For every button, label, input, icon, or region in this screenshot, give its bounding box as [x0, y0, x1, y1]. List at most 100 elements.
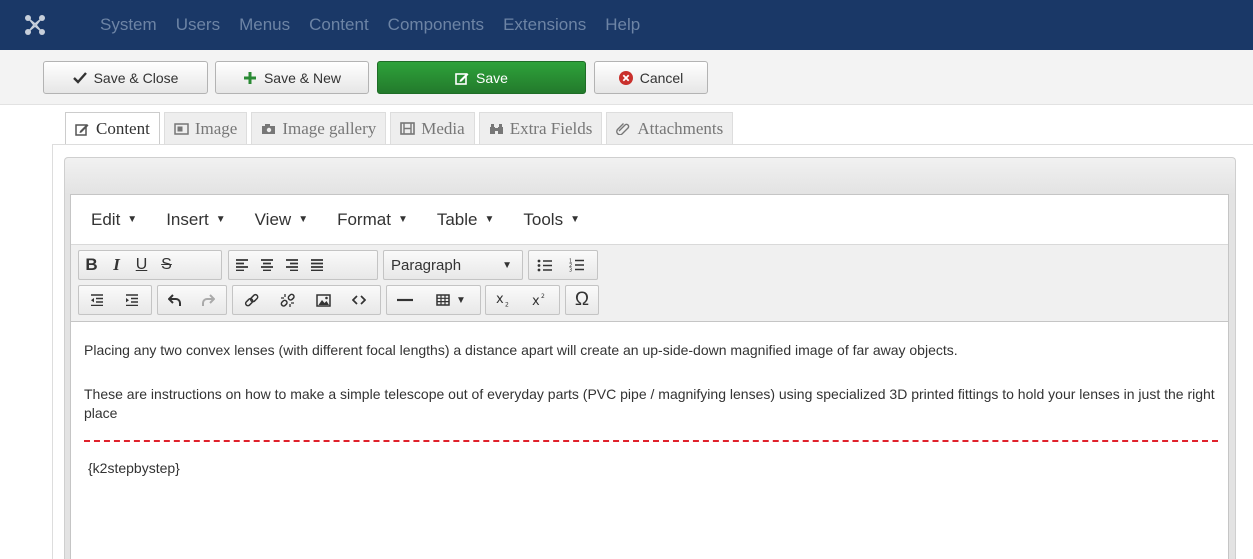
tab-content[interactable]: Content	[65, 112, 160, 144]
save-close-button[interactable]: Save & Close	[43, 61, 208, 94]
caret-down-icon: ▼	[397, 214, 408, 225]
caret-down-icon: ▼	[502, 259, 512, 271]
pagebreak-divider	[84, 440, 1218, 442]
list-group: 123	[528, 250, 598, 280]
edit-icon	[455, 71, 469, 85]
menu-tools-label: Tools	[523, 209, 564, 229]
underline-icon[interactable]: U	[129, 251, 154, 279]
outdent-icon[interactable]	[79, 286, 114, 314]
tab-pane-border-top	[52, 144, 1253, 145]
undo-icon[interactable]	[158, 286, 191, 314]
nav-system[interactable]: System	[100, 15, 157, 35]
insert-image-icon[interactable]	[305, 286, 341, 314]
strikethrough-icon[interactable]: S	[154, 251, 179, 279]
svg-text:2: 2	[541, 293, 545, 300]
menu-table-label: Table	[436, 209, 478, 229]
binoculars-icon	[489, 122, 504, 135]
nav-extensions[interactable]: Extensions	[503, 15, 586, 35]
tab-extra-fields[interactable]: Extra Fields	[478, 112, 603, 144]
svg-text:x: x	[532, 294, 540, 307]
nav-components[interactable]: Components	[388, 15, 484, 35]
joomla-logo-icon[interactable]	[0, 0, 70, 50]
plugin-tag-text: {k2stepbystep}	[88, 460, 180, 476]
save-button[interactable]: Save	[377, 61, 586, 94]
paperclip-icon	[616, 122, 631, 135]
unlink-icon[interactable]	[269, 286, 305, 314]
tab-media-label: Media	[421, 118, 465, 138]
numbered-list-icon[interactable]: 123	[561, 251, 593, 279]
align-right-icon[interactable]	[279, 251, 304, 279]
svg-text:2: 2	[505, 302, 509, 308]
camera-icon	[261, 123, 276, 135]
cancel-button[interactable]: Cancel	[594, 61, 708, 94]
caret-down-icon: ▼	[298, 214, 309, 225]
align-justify-icon[interactable]	[304, 251, 329, 279]
tab-attachments[interactable]: Attachments	[606, 112, 734, 144]
save-new-button[interactable]: Save & New	[215, 61, 369, 94]
action-toolbar: Save & Close Save & New Save Cancel	[0, 50, 1253, 105]
caret-down-icon: ▼	[570, 214, 580, 225]
tab-image[interactable]: Image	[163, 112, 248, 144]
menu-view-label: View	[254, 209, 292, 229]
menu-edit[interactable]: Edit ▼	[91, 210, 137, 230]
menu-format[interactable]: Format ▼	[337, 210, 408, 230]
format-select[interactable]: Paragraph ▼	[383, 250, 523, 280]
plus-icon	[243, 71, 257, 85]
nav-content[interactable]: Content	[309, 15, 369, 35]
editor-body[interactable]: Placing any two convex lenses (with diff…	[71, 322, 1228, 559]
content-paragraph-2: These are instructions on how to make a …	[84, 386, 1215, 421]
bullet-list-icon[interactable]	[529, 251, 561, 279]
tab-content-label: Content	[96, 118, 150, 138]
film-icon	[400, 122, 416, 135]
svg-text:x: x	[496, 293, 504, 307]
bold-icon[interactable]: B	[79, 251, 104, 279]
tab-extra-fields-label: Extra Fields	[509, 118, 593, 138]
rich-text-editor: Edit ▼ Insert ▼ View ▼ Format ▼ Table ▼ Tools…	[70, 194, 1229, 559]
nav-menus[interactable]: Menus	[239, 15, 290, 35]
menu-view[interactable]: View ▼	[255, 210, 308, 230]
svg-text:3: 3	[569, 268, 572, 273]
indent-icon[interactable]	[114, 286, 149, 314]
editor-menubar: Edit ▼ Insert ▼ View ▼ Format ▼ Table ▼ Tools…	[71, 195, 1228, 245]
redo-icon[interactable]	[191, 286, 224, 314]
menu-table[interactable]: Table ▼	[437, 210, 495, 230]
menu-format-label: Format	[337, 209, 391, 229]
save-label: Save	[476, 69, 508, 86]
nav-users[interactable]: Users	[176, 15, 220, 35]
omega-special-char-icon[interactable]: Ω	[566, 286, 598, 314]
history-group	[157, 285, 227, 315]
align-left-icon[interactable]	[229, 251, 254, 279]
tab-image-gallery-label: Image gallery	[282, 118, 377, 138]
link-icon[interactable]	[233, 286, 269, 314]
align-center-icon[interactable]	[254, 251, 279, 279]
save-new-label: Save & New	[263, 69, 342, 86]
menu-insert-label: Insert	[166, 209, 209, 229]
nav-help[interactable]: Help	[605, 15, 640, 35]
format-select-value: Paragraph	[391, 256, 462, 274]
alignment-group	[228, 250, 378, 280]
caret-down-icon: ▼	[484, 214, 495, 225]
tab-image-gallery[interactable]: Image gallery	[251, 112, 387, 144]
italic-icon[interactable]: I	[104, 251, 129, 279]
content-paragraph-1: Placing any two convex lenses (with diff…	[84, 342, 958, 358]
check-icon	[72, 71, 87, 84]
superscript-icon[interactable]: x2	[522, 286, 558, 314]
table-icon[interactable]: ▼	[422, 286, 480, 314]
special-char-group: Ω	[565, 285, 599, 315]
caret-down-icon: ▼	[127, 214, 138, 225]
tab-image-label: Image	[194, 118, 238, 138]
caret-down-icon: ▼	[456, 294, 466, 306]
subscript-icon[interactable]: x2	[486, 286, 522, 314]
text-style-group: B I U S	[78, 250, 222, 280]
cancel-icon	[618, 70, 633, 85]
edit-icon	[75, 122, 90, 136]
script-group: x2 x2	[485, 285, 560, 315]
caret-down-icon: ▼	[215, 214, 226, 225]
horizontal-rule-icon[interactable]	[387, 286, 422, 314]
menu-tools[interactable]: Tools ▼	[523, 210, 580, 230]
menu-insert[interactable]: Insert ▼	[166, 210, 225, 230]
source-code-icon[interactable]	[341, 286, 377, 314]
tab-media[interactable]: Media	[390, 112, 475, 144]
image-icon	[174, 122, 189, 135]
item-tabs: Content Image Image gallery Media Extra …	[65, 112, 737, 144]
